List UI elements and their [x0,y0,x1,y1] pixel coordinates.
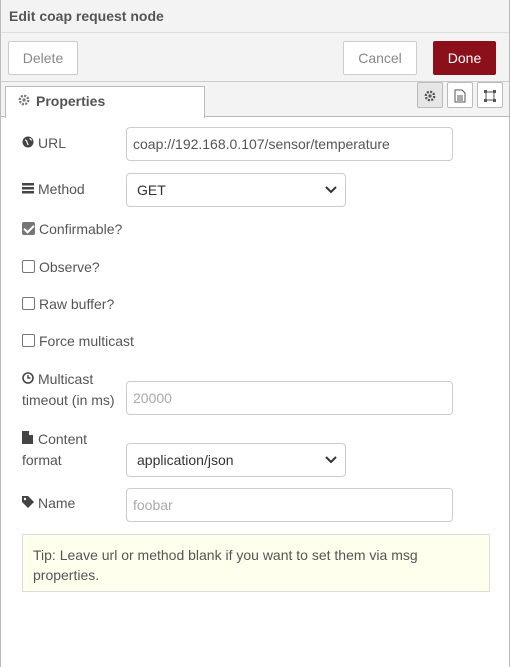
method-label: Method [22,181,85,197]
chevron-down-icon [325,444,337,476]
confirmable-checkbox[interactable] [22,222,35,235]
tab-bar: Properties [1,82,509,118]
url-label: URL [22,135,66,151]
gear-icon [18,94,32,109]
name-input[interactable]: foobar [126,488,453,522]
tray-title: Edit coap request node [1,0,509,33]
chevron-down-icon [325,174,337,206]
observe-checkbox[interactable] [22,260,35,273]
tasks-icon [22,183,34,197]
tag-icon [22,496,34,511]
multicast-timeout-label: Multicast timeout (in ms) [22,370,115,408]
url-input[interactable]: coap://192.168.0.107/sensor/temperature [126,127,453,161]
observe-label: Observe? [39,259,100,275]
gear-icon[interactable] [417,82,443,108]
force-multicast-label: Force multicast [39,333,134,349]
content-format-select[interactable]: application/json [126,443,346,477]
confirmable-label: Confirmable? [39,221,123,237]
tab-properties-label: Properties [36,93,106,109]
content-format-label: Content format [22,430,88,468]
raw-buffer-checkbox[interactable] [22,297,35,310]
tab-properties[interactable]: Properties [5,86,205,118]
raw-buffer-label: Raw buffer? [39,296,115,312]
force-multicast-checkbox[interactable] [22,334,35,347]
clock-icon [22,370,34,390]
name-label: Name [22,495,75,511]
done-button[interactable]: Done [433,41,496,75]
multicast-timeout-input[interactable]: 20000 [126,381,453,415]
tray-toolbar: Delete Cancel Done [1,33,509,82]
cancel-button[interactable]: Cancel [343,41,417,75]
edit-tray: Edit coap request node Delete Cancel Don… [0,0,510,667]
method-value: GET [137,182,166,198]
delete-button[interactable]: Delete [8,41,78,75]
globe-icon [22,136,34,151]
file-icon [22,430,34,450]
properties-form: URL coap://192.168.0.107/sensor/temperat… [1,117,509,667]
content-format-value: application/json [137,452,234,468]
document-icon[interactable] [447,82,473,108]
method-select[interactable]: GET [126,173,346,207]
tip-box: Tip: Leave url or method blank if you wa… [22,534,490,592]
frame-icon[interactable] [477,82,503,108]
